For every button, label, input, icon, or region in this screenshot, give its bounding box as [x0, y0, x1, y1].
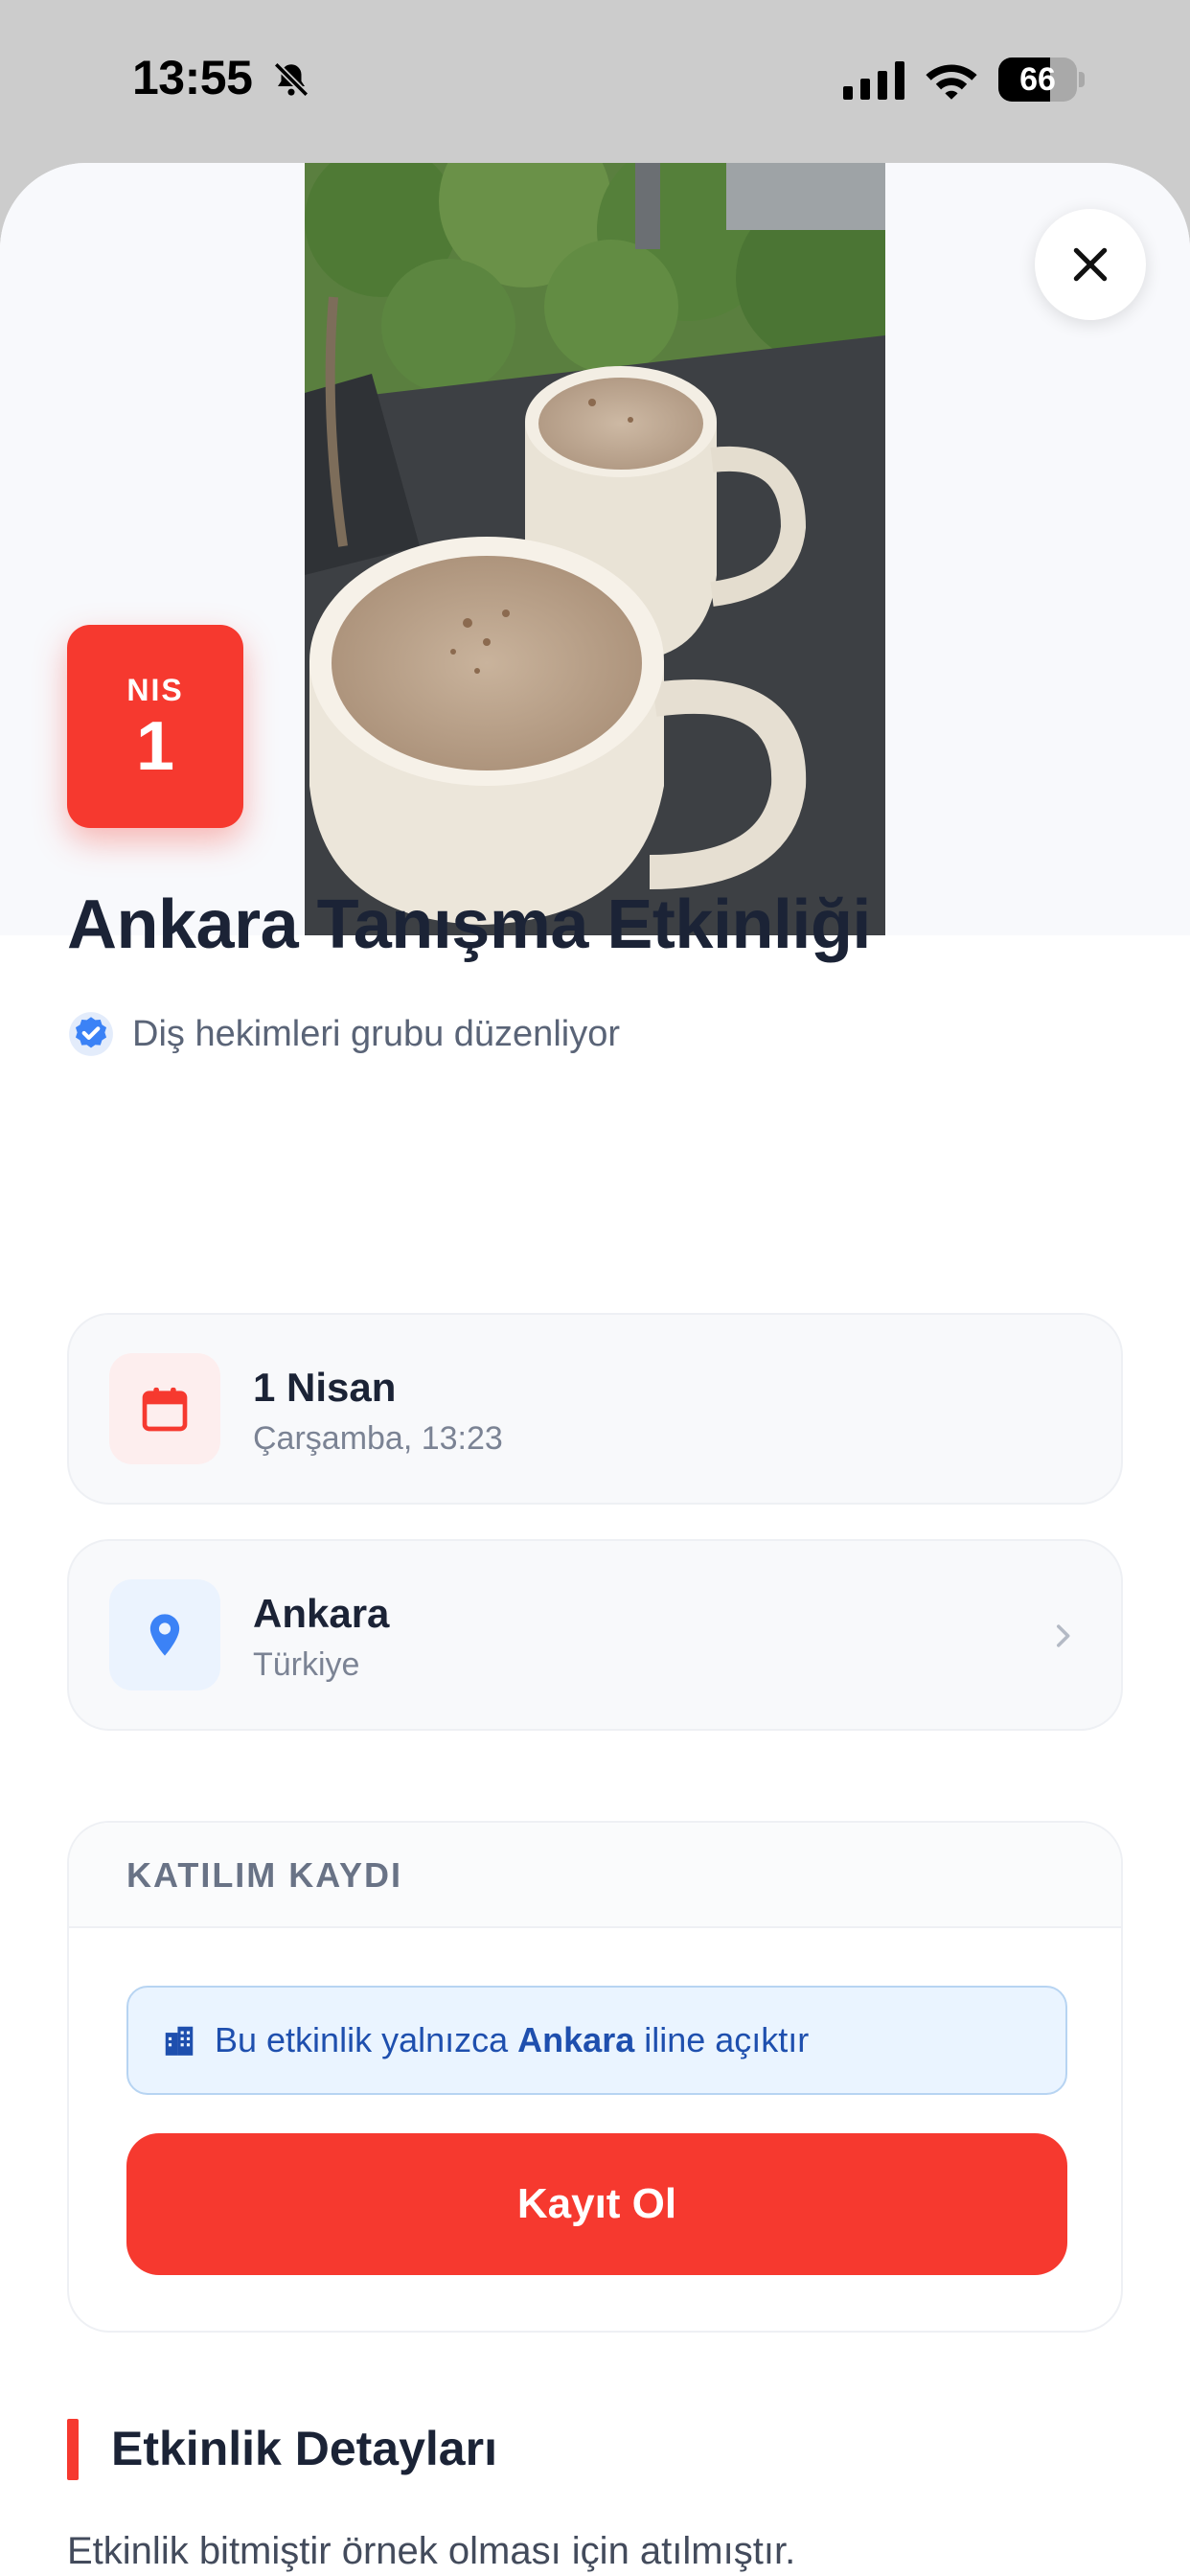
- date-badge-day: 1: [135, 708, 175, 785]
- location-icon-tile: [109, 1579, 220, 1690]
- location-card-subtitle: Türkiye: [253, 1646, 360, 1683]
- battery-body: 66: [998, 58, 1077, 102]
- registration-card: KATILIM KAYDI Bu etkinlik yalnızca Ankar…: [67, 1821, 1123, 2333]
- city-restriction-notice: Bu etkinlik yalnızca Ankara iline açıktı…: [126, 1986, 1067, 2095]
- date-badge: NIS 1: [67, 625, 243, 828]
- verified-badge-icon: [69, 1012, 113, 1056]
- close-button[interactable]: [1035, 209, 1146, 320]
- date-card[interactable]: 1 Nisan Çarşamba, 13:23: [67, 1313, 1123, 1505]
- battery-level: 66: [1019, 61, 1056, 98]
- details-heading: Etkinlik Detayları: [111, 2422, 497, 2475]
- event-photo: [305, 163, 885, 935]
- bell-off-icon: [273, 61, 309, 98]
- notice-text-after: iline açıktır: [634, 2020, 810, 2059]
- section-accent-bar: [67, 2419, 79, 2480]
- location-card[interactable]: Ankara Türkiye: [67, 1539, 1123, 1731]
- status-time: 13:55: [132, 51, 253, 104]
- location-pin-icon: [149, 1614, 180, 1656]
- status-bar: 13:55 66: [0, 0, 1190, 163]
- calendar-icon: [142, 1387, 188, 1432]
- notice-city: Ankara: [517, 2020, 635, 2059]
- organizer-text: Diş hekimleri grubu düzenliyor: [132, 1013, 620, 1054]
- event-title: Ankara Tanışma Etkinliği: [67, 886, 871, 963]
- close-icon: [1073, 247, 1108, 282]
- date-card-subtitle: Çarşamba, 13:23: [253, 1420, 503, 1457]
- event-description: Etkinlik bitmiştir örnek olması için atı…: [67, 2530, 796, 2572]
- signal-icon: [843, 61, 904, 100]
- date-card-title: 1 Nisan: [253, 1365, 397, 1410]
- date-badge-month: NIS: [126, 673, 184, 707]
- chevron-right-icon: [1056, 1624, 1070, 1647]
- organizer-line: Diş hekimleri grubu düzenliyor: [67, 1010, 620, 1058]
- battery-cap: [1079, 72, 1085, 87]
- register-button[interactable]: Kayıt Ol: [126, 2133, 1067, 2275]
- calendar-icon-tile: [109, 1353, 220, 1464]
- battery-indicator: 66: [998, 58, 1085, 102]
- location-card-title: Ankara: [253, 1591, 390, 1636]
- notice-text: Bu etkinlik yalnızca Ankara iline açıktı…: [215, 2020, 809, 2060]
- building-icon: [165, 2026, 194, 2056]
- notice-text-before: Bu etkinlik yalnızca: [215, 2020, 518, 2059]
- registration-header: KATILIM KAYDI: [69, 1823, 1121, 1928]
- wifi-icon: [926, 64, 977, 100]
